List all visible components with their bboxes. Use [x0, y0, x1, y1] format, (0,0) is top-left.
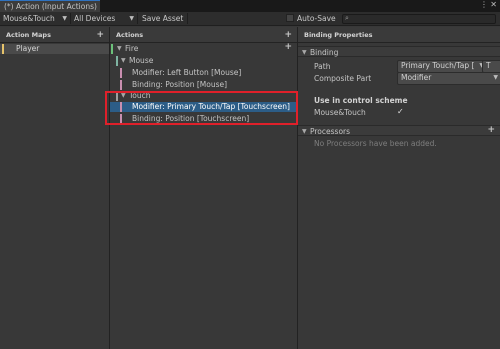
devices-dropdown[interactable]: All Devices ▼ — [71, 12, 137, 25]
path-label: Path — [314, 62, 331, 71]
close-icon[interactable]: ✕ — [490, 1, 497, 9]
action-maps-title: Action Maps — [6, 31, 51, 39]
control-scheme-value: Mouse&Touch — [3, 14, 55, 23]
binding-color-bar — [120, 80, 122, 90]
action-color-bar — [111, 44, 113, 54]
binding-properties-header: Binding Properties — [298, 27, 500, 43]
toolbar-divider — [187, 13, 188, 24]
scheme-item-label: Mouse&Touch — [314, 108, 366, 117]
window-tab-bar: (*) Action (Input Actions) ⋮ ✕ — [0, 0, 500, 12]
processors-empty-text: No Processors have been added. — [314, 139, 437, 148]
action-maps-pane: Action Maps + Player — [0, 27, 110, 349]
control-scheme-dropdown[interactable]: Mouse&Touch ▼ — [0, 12, 70, 25]
binding-properties-pane: Binding Properties ▼ Binding Path Primar… — [298, 27, 500, 349]
processors-section-label: Processors — [310, 127, 351, 136]
action-map-label: Player — [16, 44, 40, 53]
save-asset-button[interactable]: Save Asset — [139, 12, 187, 25]
actions-header: Actions + — [110, 27, 297, 43]
window-tab[interactable]: (*) Action (Input Actions) — [0, 0, 100, 12]
window-tab-title: (*) Action (Input Actions) — [4, 2, 97, 11]
autosave-checkbox[interactable] — [286, 14, 294, 22]
save-asset-label: Save Asset — [142, 14, 184, 23]
binding-section-label: Binding — [310, 48, 339, 57]
composite-part-label: Composite Part — [314, 74, 372, 83]
expand-triangle-icon[interactable]: ▼ — [302, 128, 307, 135]
scheme-checkmark-icon[interactable]: ✓ — [397, 108, 404, 116]
chevron-down-icon: ▼ — [129, 15, 134, 22]
kebab-menu-icon[interactable]: ⋮ — [480, 1, 488, 9]
action-map-item-player[interactable]: Player — [0, 44, 109, 54]
binding-color-bar — [120, 68, 122, 78]
composite-label: Mouse — [129, 56, 154, 65]
add-processor-button[interactable]: + — [487, 126, 495, 135]
binding-row[interactable]: Modifier: Left Button [Mouse] — [110, 68, 297, 78]
composite-part-value: Modifier — [401, 73, 432, 82]
expand-triangle-icon[interactable]: ▼ — [117, 45, 122, 52]
binding-label: Binding: Position [Mouse] — [132, 80, 228, 89]
add-action-button[interactable]: + — [284, 31, 292, 40]
binding-section[interactable]: ▼ Binding — [298, 46, 500, 57]
chevron-down-icon: ▼ — [493, 74, 498, 81]
chevron-down-icon: ▼ — [62, 15, 67, 22]
action-maps-header: Action Maps + — [0, 27, 109, 43]
highlight-box — [105, 91, 298, 125]
binding-properties-title: Binding Properties — [304, 31, 373, 39]
action-row-fire[interactable]: ▼ Fire + — [110, 43, 297, 54]
control-scheme-heading: Use in control scheme — [314, 96, 408, 105]
toolbar: Mouse&Touch ▼ All Devices ▼ Save Asset A… — [0, 12, 500, 26]
add-action-map-button[interactable]: + — [96, 31, 104, 40]
actions-pane: Actions + ▼ Fire + ▼ Mouse Modifier: Lef… — [110, 27, 298, 349]
expand-triangle-icon[interactable]: ▼ — [302, 49, 307, 56]
toolbar-divider — [137, 13, 138, 24]
composite-row-mouse[interactable]: ▼ Mouse — [110, 56, 297, 66]
add-binding-button[interactable]: + — [284, 43, 292, 52]
search-icon: ⌕ — [345, 14, 349, 22]
action-label: Fire — [125, 44, 139, 53]
path-value: Primary Touch/Tap [ — [401, 61, 475, 70]
composite-color-bar — [116, 56, 118, 66]
action-map-color-bar — [2, 44, 4, 54]
path-text-mode-label: T — [486, 61, 491, 70]
autosave-label: Auto-Save — [297, 14, 336, 23]
search-input[interactable]: ⌕ — [342, 14, 496, 24]
binding-label: Modifier: Left Button [Mouse] — [132, 68, 242, 77]
composite-part-dropdown[interactable]: Modifier ▼ — [397, 72, 500, 85]
expand-triangle-icon[interactable]: ▼ — [121, 57, 126, 64]
binding-row[interactable]: Binding: Position [Mouse] — [110, 80, 297, 90]
devices-value: All Devices — [74, 14, 116, 23]
actions-title: Actions — [116, 31, 144, 39]
processors-section[interactable]: ▼ Processors + — [298, 125, 500, 136]
